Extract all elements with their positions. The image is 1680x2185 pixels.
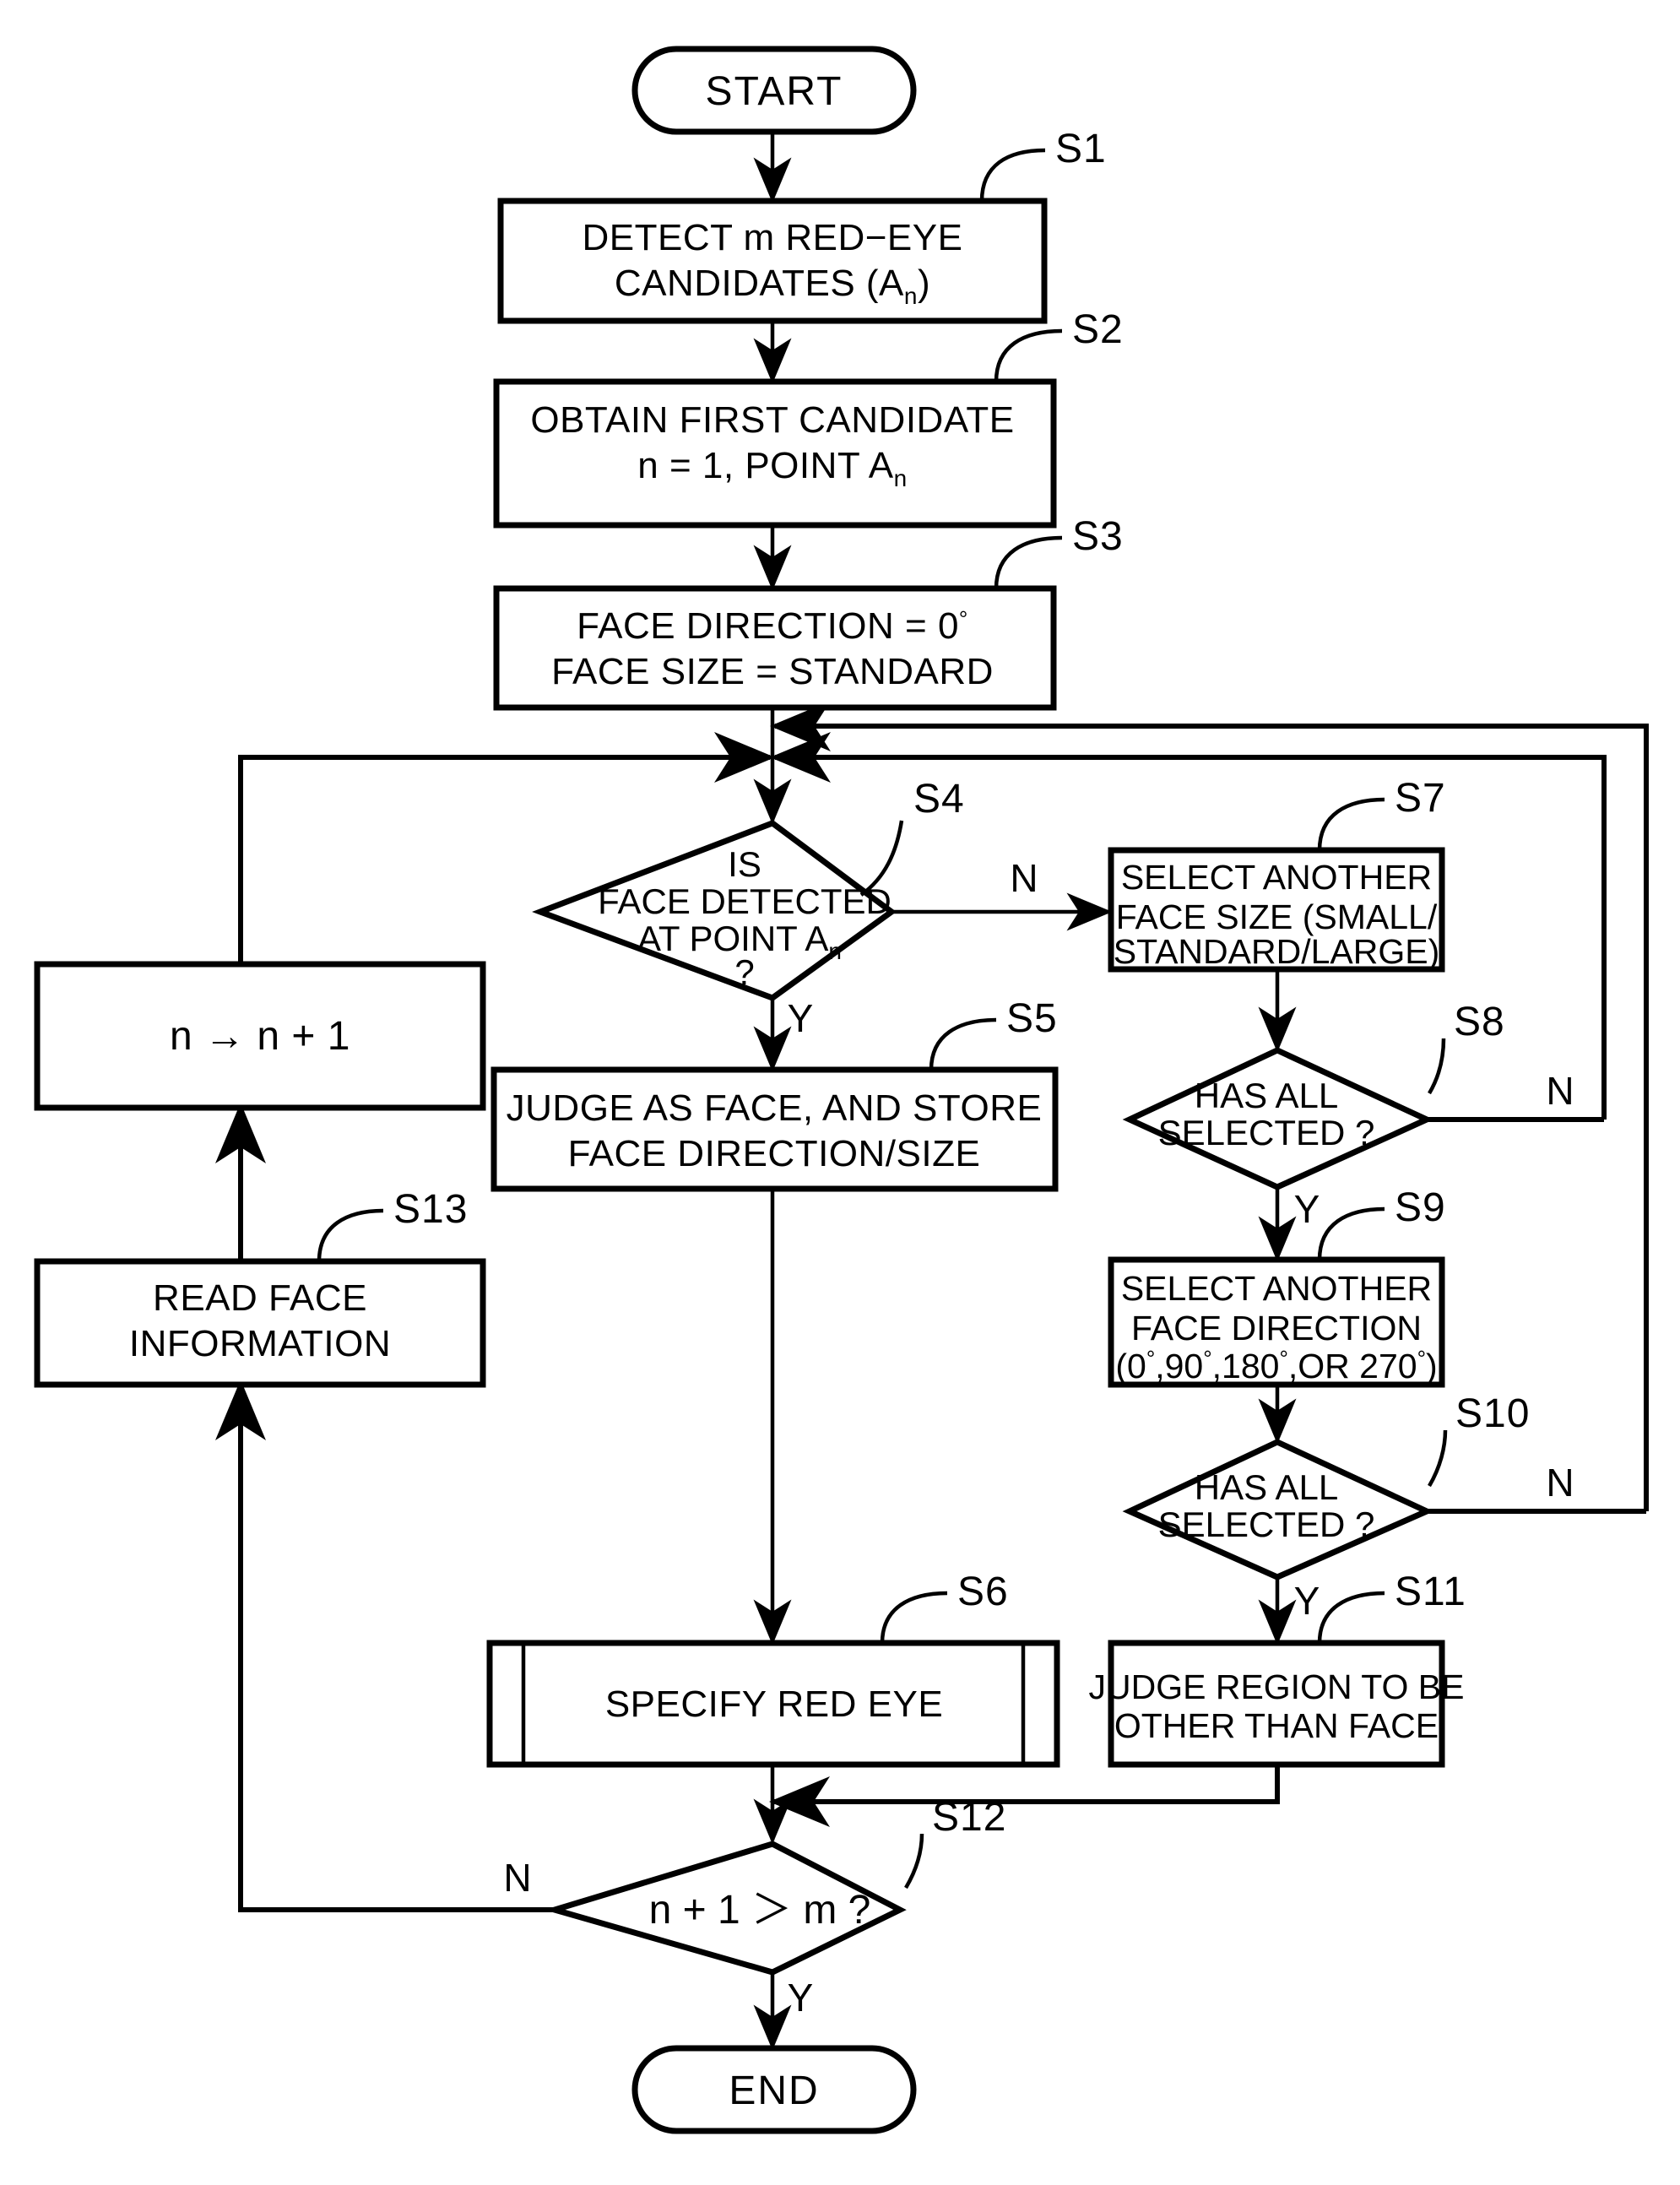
s10-line1: HAS ALL — [1195, 1467, 1338, 1507]
s9-line2: FACE DIRECTION — [1131, 1309, 1422, 1347]
s7-line2: FACE SIZE (SMALL/ — [1116, 897, 1438, 936]
s2-step-label: S2 — [1072, 307, 1124, 352]
s4-line3-sub: n — [828, 938, 842, 964]
s10-branch-yes-label: Y — [1294, 1579, 1320, 1623]
s5-step-label: S5 — [1006, 996, 1058, 1041]
s3-line1: FACE DIRECTION = 0° — [577, 605, 968, 647]
s12-line1: n + 1 ＞ m ? — [649, 1888, 871, 1933]
s10-branch-no-label: N — [1546, 1461, 1574, 1505]
s9-line3: (0°,90°,180°,OR 270°) — [1115, 1346, 1437, 1385]
s4-line2: FACE DETECTED — [598, 881, 891, 921]
s9-line1: SELECT ANOTHER — [1121, 1269, 1432, 1308]
flowchart-svg: START DETECT m RED−EYE CANDIDATES (An) S… — [0, 0, 1680, 2185]
s12-branch-no-label: N — [503, 1856, 531, 1900]
s7-step-label: S7 — [1395, 776, 1446, 821]
node-end: END — [631, 2045, 917, 2134]
s4-step-label: S4 — [913, 777, 965, 821]
s3-step-label: S3 — [1072, 514, 1124, 559]
s1-line2-pre: CANDIDATES (A — [615, 263, 904, 304]
s5-line1: JUDGE AS FACE, AND STORE — [507, 1087, 1043, 1129]
s2-line2-pre: n = 1, POINT A — [637, 445, 893, 486]
s5-line2: FACE DIRECTION/SIZE — [568, 1133, 981, 1174]
s13-line2: INFORMATION — [129, 1323, 391, 1364]
s11-line2: OTHER THAN FACE — [1114, 1706, 1439, 1745]
s1-line2-post: ) — [918, 263, 930, 304]
s3-line2: FACE SIZE = STANDARD — [551, 651, 994, 692]
start-label: START — [706, 69, 843, 114]
s8-line2: SELECTED ? — [1158, 1113, 1375, 1152]
s1-line2-sub: n — [904, 283, 918, 309]
node-increment: n → n + 1 — [34, 961, 486, 1111]
s8-step-label: S8 — [1454, 1000, 1505, 1044]
s11-step-label: S11 — [1395, 1570, 1466, 1614]
end-label: END — [729, 2068, 819, 2113]
s7-line1: SELECT ANOTHER — [1121, 858, 1432, 897]
s11-line1: JUDGE REGION TO BE — [1088, 1667, 1464, 1706]
s2-line1: OBTAIN FIRST CANDIDATE — [530, 399, 1014, 441]
s2-line2: n = 1, POINT An — [637, 445, 907, 491]
s8-branch-no-label: N — [1546, 1069, 1574, 1113]
s4-branch-yes-label: Y — [788, 996, 814, 1040]
flowchart-canvas: START DETECT m RED−EYE CANDIDATES (An) S… — [0, 0, 1680, 2185]
s8-branch-yes-label: Y — [1294, 1187, 1320, 1231]
s6-step-label: S6 — [957, 1570, 1009, 1614]
s9-step-label: S9 — [1395, 1185, 1446, 1230]
s2-line2-sub: n — [894, 465, 908, 491]
s7-line3: STANDARD/LARGE) — [1114, 932, 1440, 971]
s4-branch-no-label: N — [1010, 856, 1038, 900]
increment-label: n → n + 1 — [170, 1014, 350, 1059]
s4-line4: ? — [734, 952, 754, 992]
s1-line1: DETECT m RED−EYE — [583, 217, 963, 258]
s10-line2: SELECTED ? — [1158, 1505, 1375, 1544]
s13-step-label: S13 — [393, 1187, 468, 1232]
node-start: START — [631, 46, 917, 135]
s6-line1: SPECIFY RED EYE — [605, 1683, 943, 1725]
s10-step-label: S10 — [1455, 1391, 1530, 1436]
s4-line1: IS — [728, 844, 761, 884]
s4-line3-pre: AT POINT A — [637, 919, 828, 958]
s1-line2: CANDIDATES (An) — [615, 263, 930, 309]
s13-line1: READ FACE — [153, 1277, 367, 1319]
s8-line1: HAS ALL — [1195, 1076, 1338, 1115]
s1-step-label: S1 — [1055, 127, 1107, 171]
s12-step-label: S12 — [932, 1795, 1006, 1840]
s3-line1-pre: FACE DIRECTION = 0 — [577, 605, 959, 647]
s3-line1-degree: ° — [959, 606, 968, 632]
s12-branch-yes-label: Y — [788, 1976, 814, 2020]
